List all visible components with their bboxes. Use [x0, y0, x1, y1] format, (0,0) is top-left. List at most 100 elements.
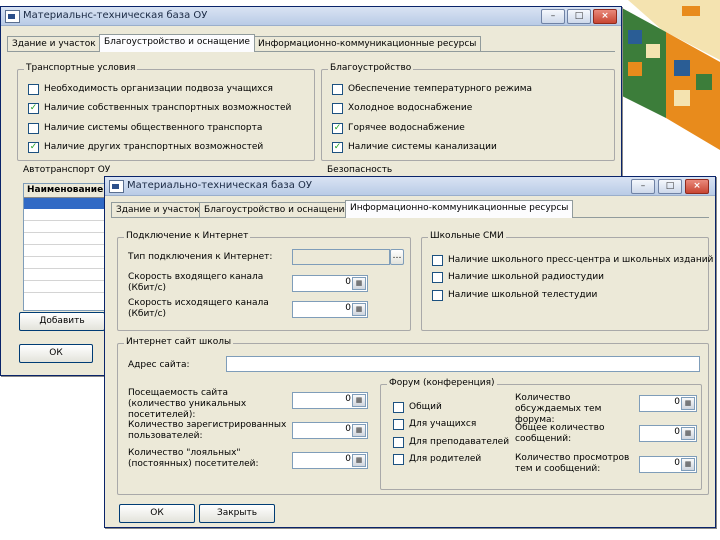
checkbox-box[interactable] [393, 402, 404, 413]
table-row[interactable] [24, 245, 108, 257]
table-row-selected[interactable] [24, 198, 108, 209]
security-label: Безопасность [327, 165, 393, 175]
checkbox-box[interactable] [393, 437, 404, 448]
incoming-speed-label: Скорость входящего канала (Кбит/с) [128, 272, 264, 293]
transport-group: Транспортные условия Необходимость орган… [17, 63, 315, 161]
table-row[interactable] [24, 281, 108, 293]
minimize-button[interactable]: – [541, 9, 565, 24]
incoming-speed-field[interactable]: 0 ▦ [292, 275, 368, 292]
site-visits-field[interactable]: 0 ▦ [292, 392, 368, 409]
checkbox-label: Горячее водоснабжение [348, 123, 465, 133]
close-button[interactable]: × [593, 9, 617, 24]
cube-svg [622, 0, 720, 150]
outgoing-speed-label: Скорость исходящего канала (Кбит/с) [128, 298, 269, 319]
internet-group: Подключение к Интернет Тип подключения к… [117, 231, 411, 331]
field-value: 0 [345, 303, 351, 313]
field-value: 0 [345, 424, 351, 434]
cube-tile-6 [674, 90, 690, 106]
connection-type-select[interactable] [292, 249, 390, 265]
checkbox-box[interactable] [332, 84, 343, 95]
checkbox-box[interactable] [393, 419, 404, 430]
improvement-group-label: Благоустройство [328, 63, 414, 73]
tab-building[interactable]: Здание и участок [111, 202, 205, 217]
front-window: Материально-техническая база ОУ – □ × Зд… [104, 176, 716, 528]
close-button[interactable]: × [685, 179, 709, 194]
school-media-group-label: Школьные СМИ [428, 231, 506, 241]
tab-ict-resources[interactable]: Информационно-коммуникационные ресурсы [253, 36, 482, 51]
registered-users-field[interactable]: 0 ▦ [292, 422, 368, 439]
calculator-icon[interactable]: ▦ [681, 397, 695, 410]
forum-topics-field[interactable]: 0 ▦ [639, 395, 697, 412]
back-ok-button[interactable]: ОК [19, 344, 93, 363]
maximize-button[interactable]: □ [567, 9, 591, 24]
calculator-icon[interactable]: ▦ [681, 458, 695, 471]
connection-type-dropdown-button[interactable]: … [390, 249, 404, 265]
cube-tile-5 [696, 74, 712, 90]
checkbox-label: Общий [409, 402, 442, 412]
tab-improvement[interactable]: Благоустройство и оснащение [199, 202, 355, 217]
table-row[interactable] [24, 233, 108, 245]
checkbox-box[interactable] [332, 103, 343, 114]
loyal-visitors-field[interactable]: 0 ▦ [292, 452, 368, 469]
cube-tile-1 [628, 30, 642, 44]
checkbox-box[interactable] [432, 290, 443, 301]
checkbox-box[interactable] [393, 454, 404, 465]
maximize-button[interactable]: □ [658, 179, 682, 194]
checkbox-label: Наличие школьного пресс-центра и школьны… [448, 255, 714, 265]
tab-improvement[interactable]: Благоустройство и оснащение [99, 34, 255, 52]
table-row[interactable] [24, 257, 108, 269]
forum-group: Форум (конференция) Общий Для учащихся Д… [380, 378, 702, 490]
tab-ict-resources[interactable]: Информационно-коммуникационные ресурсы [345, 200, 574, 218]
autotransport-table[interactable]: Наименование [23, 183, 109, 311]
field-value: 0 [674, 427, 680, 437]
table-header[interactable]: Наименование [24, 184, 108, 198]
close-dialog-button[interactable]: Закрыть [199, 504, 275, 523]
tab-building[interactable]: Здание и участок [7, 36, 101, 51]
checkbox-box-checked[interactable]: ✓ [28, 103, 39, 114]
autotransport-label: Автотранспорт ОУ [23, 165, 111, 175]
checkbox-box[interactable] [432, 255, 443, 266]
checkbox-label: Холодное водоснабжение [348, 103, 473, 113]
forum-views-label: Количество просмотров тем и сообщений: [515, 453, 630, 474]
checkbox-box-checked[interactable]: ✓ [332, 123, 343, 134]
decorative-cube-graphic [622, 0, 720, 172]
forum-topics-label: Количество обсуждаемых тем форума: [515, 393, 602, 425]
minimize-button[interactable]: – [631, 179, 655, 194]
checkbox-box[interactable] [432, 272, 443, 283]
table-row[interactable] [24, 269, 108, 281]
front-window-titlebar[interactable]: Материально-техническая база ОУ – □ × [105, 177, 715, 196]
checkbox-label: Обеспечение температурного режима [348, 84, 533, 94]
calculator-icon[interactable]: ▦ [352, 394, 366, 407]
checkbox-label: Наличие школьной радиостудии [448, 272, 605, 282]
calculator-icon[interactable]: ▦ [352, 454, 366, 467]
ok-button[interactable]: ОК [119, 504, 195, 523]
cube-tile-2 [646, 44, 660, 58]
forum-views-field[interactable]: 0 ▦ [639, 456, 697, 473]
forum-messages-field[interactable]: 0 ▦ [639, 425, 697, 442]
checkbox-box-checked[interactable]: ✓ [332, 142, 343, 153]
checkbox-box[interactable] [28, 123, 39, 134]
site-visits-label: Посещаемость сайта (количество уникальны… [128, 388, 247, 420]
checkbox-label: Наличие системы канализации [348, 142, 497, 152]
field-value: 0 [674, 458, 680, 468]
add-button[interactable]: Добавить [19, 312, 105, 331]
table-row[interactable] [24, 209, 108, 221]
site-address-input[interactable] [226, 356, 700, 372]
checkbox-box-checked[interactable]: ✓ [28, 142, 39, 153]
checkbox-label: Необходимость организации подвоза учащих… [44, 84, 273, 94]
connection-type-label: Тип подключения к Интернет: [128, 252, 273, 262]
table-row[interactable] [24, 221, 108, 233]
calculator-icon[interactable]: ▦ [352, 277, 366, 290]
calculator-icon[interactable]: ▦ [352, 303, 366, 316]
checkbox-box[interactable] [28, 84, 39, 95]
back-window-titlebar[interactable]: Материальнс-техническая база ОУ – □ × [1, 7, 621, 26]
cube-tile-3 [628, 62, 642, 76]
outgoing-speed-field[interactable]: 0 ▦ [292, 301, 368, 318]
calculator-icon[interactable]: ▦ [681, 427, 695, 440]
checkbox-label: Для преподавателей [409, 437, 510, 447]
transport-group-label: Транспортные условия [24, 63, 138, 73]
field-value: 0 [345, 454, 351, 464]
school-website-group: Интернет сайт школы Адрес сайта: Посещае… [117, 337, 709, 495]
calculator-icon[interactable]: ▦ [352, 424, 366, 437]
checkbox-label: Наличие других транспортных возможностей [44, 142, 264, 152]
